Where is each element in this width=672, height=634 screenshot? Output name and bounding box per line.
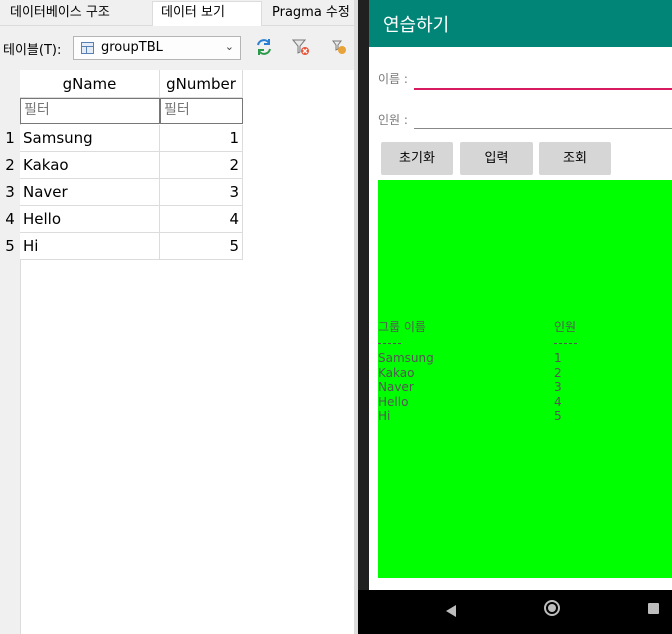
browse-toolbar: 테이블(T): groupTBL ⌄ (0, 27, 354, 67)
refresh-icon[interactable] (254, 37, 274, 57)
table-select[interactable]: groupTBL ⌄ (73, 36, 241, 60)
filter-input-gnumber[interactable]: 필터 (160, 98, 243, 124)
android-emulator: 연습하기 이름 : 인원 : 초기화 입력 조회 그룹 이름 인원 Samsun… (358, 0, 672, 634)
clear-filter-icon[interactable] (291, 37, 311, 57)
chevron-down-icon: ⌄ (224, 40, 234, 53)
table-cell-gnumber[interactable]: 1 (160, 125, 243, 152)
count-label: 인원 : (378, 113, 408, 127)
app-title: 연습하기 (383, 15, 450, 36)
tab-bar: 데이터베이스 구조 데이터 보기 Pragma 수정 (0, 0, 354, 26)
table-cell-gname[interactable]: Hello (20, 206, 160, 233)
count-input[interactable] (414, 128, 672, 129)
table-cell-gname[interactable]: Naver (20, 179, 160, 206)
column-header-gname[interactable]: gName (20, 70, 160, 98)
table-cell-gnumber[interactable]: 5 (160, 233, 243, 260)
back-icon[interactable] (446, 605, 456, 617)
result-name: Hi (378, 409, 391, 423)
table-cell-gname[interactable]: Kakao (20, 152, 160, 179)
table-select-value: groupTBL (101, 40, 163, 55)
name-label: 이름 : (378, 72, 408, 86)
filter-input-gname[interactable]: 필터 (20, 98, 160, 124)
table-cell-gname[interactable]: Hi (20, 233, 160, 260)
save-filter-icon[interactable] (330, 37, 350, 57)
insert-button[interactable]: 입력 (460, 142, 533, 175)
table-cell-gnumber[interactable]: 2 (160, 152, 243, 179)
result-underline-name (378, 343, 401, 345)
reset-button[interactable]: 초기화 (381, 142, 453, 175)
table-icon (81, 42, 94, 54)
table-cell-gnumber[interactable]: 3 (160, 179, 243, 206)
result-count: 5 (554, 409, 562, 423)
result-count: 4 (554, 395, 562, 409)
table-cell-gnumber[interactable]: 4 (160, 206, 243, 233)
row-number[interactable]: 5 (0, 233, 20, 260)
android-nav-bar (358, 590, 672, 634)
result-count: 1 (554, 351, 562, 365)
app-bar: 연습하기 (369, 0, 672, 47)
tab-database-structure[interactable]: 데이터베이스 구조 (2, 2, 150, 24)
result-header-name: 그룹 이름 (378, 320, 426, 334)
name-input[interactable] (414, 88, 672, 90)
tab-edit-pragmas[interactable]: Pragma 수정 (264, 2, 354, 24)
table-cell-gname[interactable]: Samsung (20, 125, 160, 152)
table-label: 테이블(T): (3, 43, 62, 58)
result-name: Kakao (378, 366, 415, 380)
row-number[interactable]: 3 (0, 179, 20, 206)
result-name: Hello (378, 395, 409, 409)
column-header-gnumber[interactable]: gNumber (160, 70, 243, 98)
recents-icon[interactable] (648, 603, 659, 614)
app-screen: 연습하기 이름 : 인원 : 초기화 입력 조회 그룹 이름 인원 Samsun… (369, 0, 672, 590)
result-panel: 그룹 이름 인원 Samsung Kakao Naver Hello Hi 1 … (378, 180, 672, 578)
data-grid: gName gNumber 필터 필터 1 Samsung 1 2 Kakao … (0, 70, 354, 634)
row-number[interactable]: 2 (0, 152, 20, 179)
row-number[interactable]: 4 (0, 206, 20, 233)
home-icon[interactable] (544, 600, 560, 616)
result-underline-count (554, 343, 577, 345)
tab-browse-data[interactable]: 데이터 보기 (152, 1, 262, 26)
result-count: 3 (554, 380, 562, 394)
db-browser-panel: 데이터베이스 구조 데이터 보기 Pragma 수정 테이블(T): group… (0, 0, 354, 634)
row-number[interactable]: 1 (0, 125, 20, 152)
result-header-count: 인원 (554, 320, 577, 334)
result-count: 2 (554, 366, 562, 380)
select-button[interactable]: 조회 (539, 142, 611, 175)
result-name: Naver (378, 380, 414, 394)
result-name: Samsung (378, 351, 434, 365)
